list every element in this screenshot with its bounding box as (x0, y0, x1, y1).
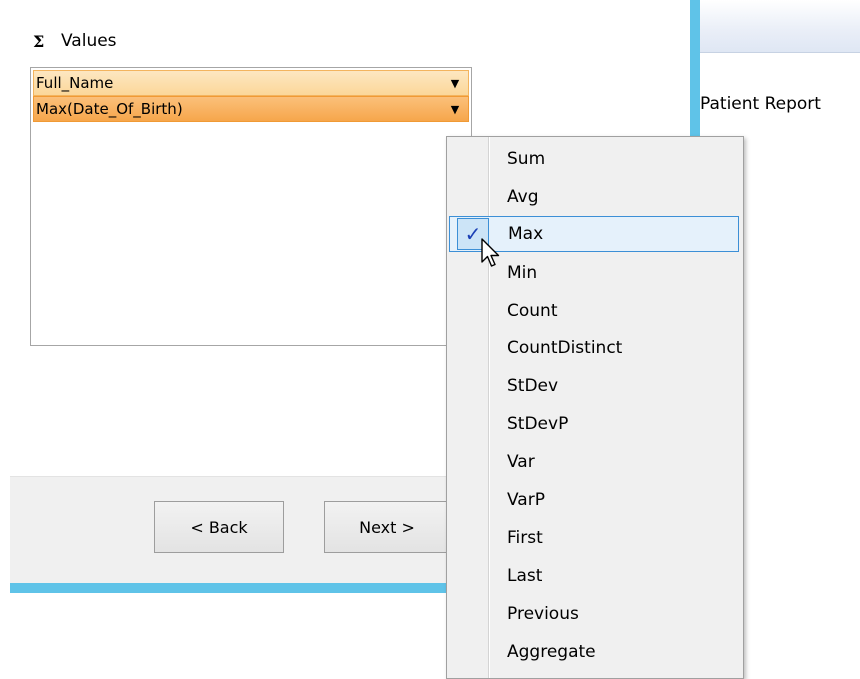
next-button[interactable]: Next > (324, 501, 450, 553)
value-row-label: Full_Name (36, 74, 114, 92)
menu-item-label: Sum (507, 149, 546, 169)
mouse-pointer-icon (481, 238, 500, 267)
sigma-icon: Σ (33, 31, 45, 51)
menu-item-label: CountDistinct (507, 338, 623, 358)
report-window-titlebar[interactable] (700, 0, 860, 53)
menu-item-count[interactable]: Count (449, 293, 739, 329)
menu-item-label: Min (507, 263, 538, 283)
menu-item-label: Count (507, 301, 558, 321)
screen: Σ Values Full_Name ▼ Max(Date_Of_Birth) … (0, 0, 860, 679)
menu-item-countdistinct[interactable]: CountDistinct (449, 330, 739, 366)
menu-item-label: VarP (507, 490, 545, 510)
menu-item-label: Max (508, 224, 544, 244)
menu-item-label: Last (507, 566, 543, 586)
menu-item-label: Avg (507, 187, 539, 207)
dropdown-arrow-icon[interactable]: ▼ (442, 97, 468, 121)
aggregate-function-menu: Sum Avg ✓ Max Min Count CountDistinct St… (446, 136, 744, 679)
report-title: Patient Report (700, 94, 821, 114)
menu-item-label: StDevP (507, 414, 569, 434)
value-row-full-name[interactable]: Full_Name ▼ (33, 70, 469, 96)
values-header: Σ Values (33, 28, 117, 54)
menu-item-label: First (507, 528, 543, 548)
back-button[interactable]: < Back (154, 501, 284, 553)
menu-item-label: Aggregate (507, 642, 596, 662)
dropdown-arrow-icon[interactable]: ▼ (442, 71, 468, 95)
menu-item-sum[interactable]: Sum (449, 141, 739, 177)
menu-item-var[interactable]: Var (449, 444, 739, 480)
menu-item-avg[interactable]: Avg (449, 179, 739, 215)
menu-item-stdev[interactable]: StDev (449, 368, 739, 404)
menu-item-previous[interactable]: Previous (449, 596, 739, 632)
menu-item-first[interactable]: First (449, 520, 739, 556)
menu-item-varp[interactable]: VarP (449, 482, 739, 518)
values-label: Values (61, 31, 117, 51)
values-list: Full_Name ▼ Max(Date_Of_Birth) ▼ (30, 67, 472, 346)
menu-item-last[interactable]: Last (449, 558, 739, 594)
menu-item-stdevp[interactable]: StDevP (449, 406, 739, 442)
value-row-date-of-birth[interactable]: Max(Date_Of_Birth) ▼ (33, 96, 469, 122)
menu-item-label: Var (507, 452, 535, 472)
menu-item-label: StDev (507, 376, 559, 396)
menu-item-aggregate[interactable]: Aggregate (449, 634, 739, 670)
menu-item-label: Previous (507, 604, 579, 624)
value-row-label: Max(Date_Of_Birth) (36, 100, 183, 118)
